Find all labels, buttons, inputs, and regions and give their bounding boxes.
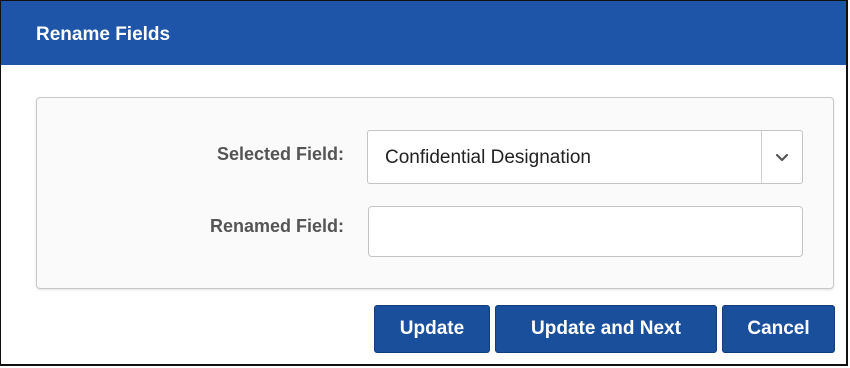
rename-fields-dialog: Rename Fields Selected Field: Confidenti… xyxy=(0,0,848,366)
chevron-down-icon[interactable] xyxy=(773,148,791,166)
renamed-field-input[interactable] xyxy=(368,206,803,257)
renamed-field-label: Renamed Field: xyxy=(209,216,344,236)
update-and-next-button[interactable]: Update and Next xyxy=(495,305,717,353)
selected-field-value: Confidential Designation xyxy=(385,147,591,168)
update-button[interactable]: Update xyxy=(374,305,490,353)
form-panel xyxy=(36,97,834,289)
dialog-title: Rename Fields xyxy=(36,24,171,45)
cancel-button[interactable]: Cancel xyxy=(722,305,835,353)
dropdown-divider xyxy=(761,131,762,183)
selected-field-dropdown[interactable]: Confidential Designation xyxy=(367,130,803,184)
selected-field-label: Selected Field: xyxy=(216,144,344,164)
dialog-titlebar: Rename Fields xyxy=(1,1,846,65)
